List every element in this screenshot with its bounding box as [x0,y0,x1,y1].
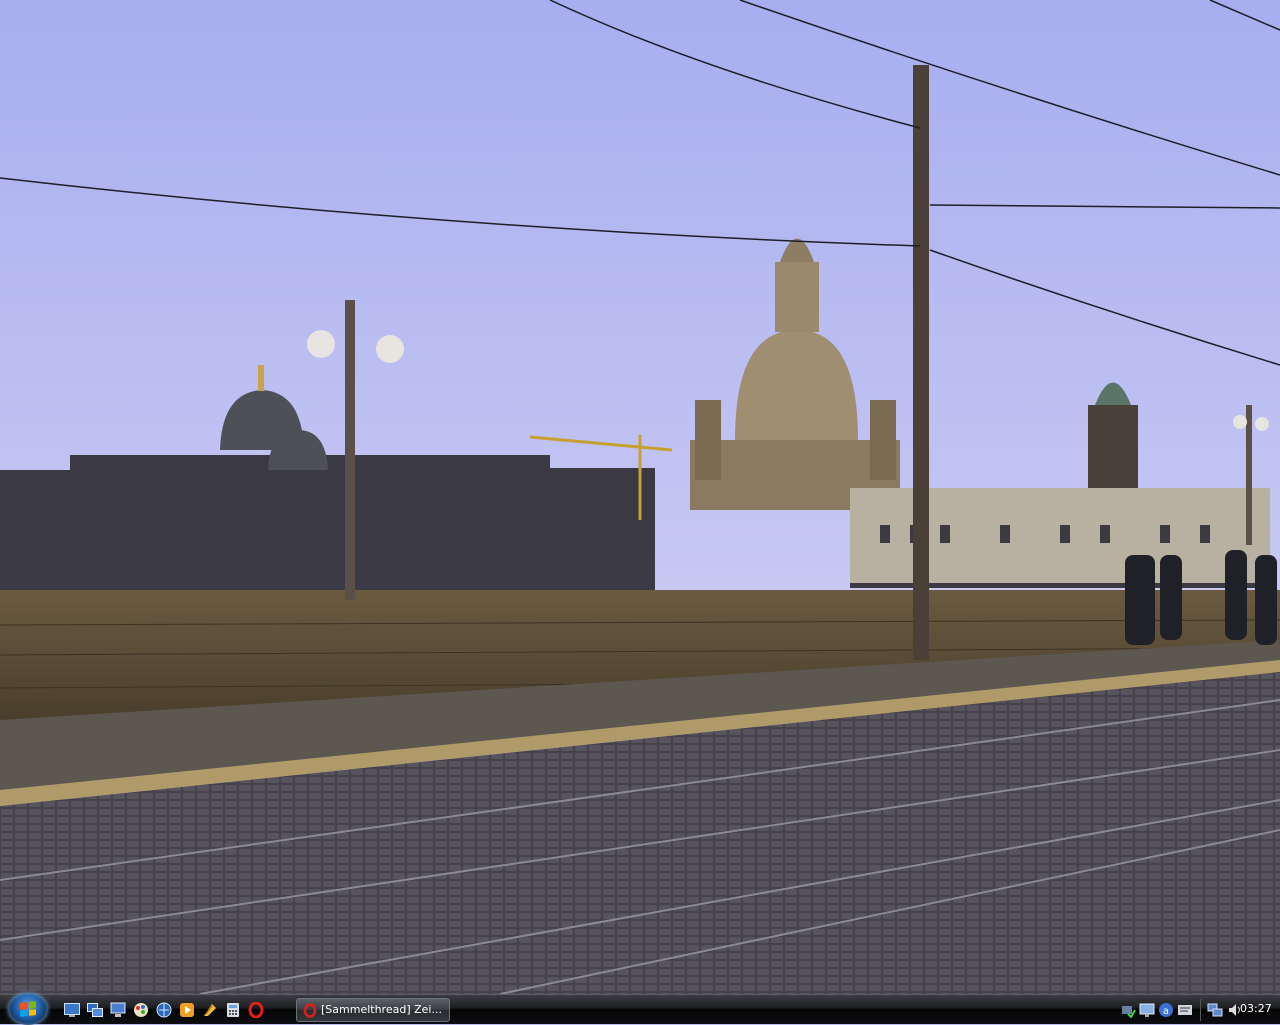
display-icon[interactable] [1139,1002,1155,1018]
svg-text:a: a [1163,1006,1169,1017]
opera-icon[interactable] [246,1000,266,1020]
calculator-icon[interactable] [223,1000,243,1020]
taskbar-button-opera[interactable]: [Sammelthread] Zei... [296,998,450,1022]
desktop[interactable] [0,0,1280,994]
windows-orb-icon [20,1001,36,1017]
paint-icon[interactable] [131,1000,151,1020]
clock[interactable]: 03:27 [1240,1002,1272,1015]
computer-icon[interactable] [108,1000,128,1020]
show-desktop-icon[interactable] [62,1000,82,1020]
desktop-wallpaper [0,0,1280,994]
language-icon[interactable] [1177,1002,1193,1018]
browser-globe-icon[interactable] [154,1000,174,1020]
quick-launch-bar [62,1000,266,1020]
media-player-icon[interactable] [177,1000,197,1020]
taskbar-button-label: [Sammelthread] Zei... [321,1003,442,1016]
security-shield-icon[interactable]: a [1158,1002,1174,1018]
network-check-icon[interactable] [1120,1002,1136,1019]
start-button[interactable] [8,993,48,1025]
tray-separator [1200,999,1201,1021]
taskbar: [Sammelthread] Zei... a 03:27 [0,993,1280,1025]
switch-windows-icon[interactable] [85,1000,105,1020]
opera-icon [303,1003,317,1021]
network-icon[interactable] [1207,1002,1223,1018]
winamp-icon[interactable] [200,1000,220,1020]
